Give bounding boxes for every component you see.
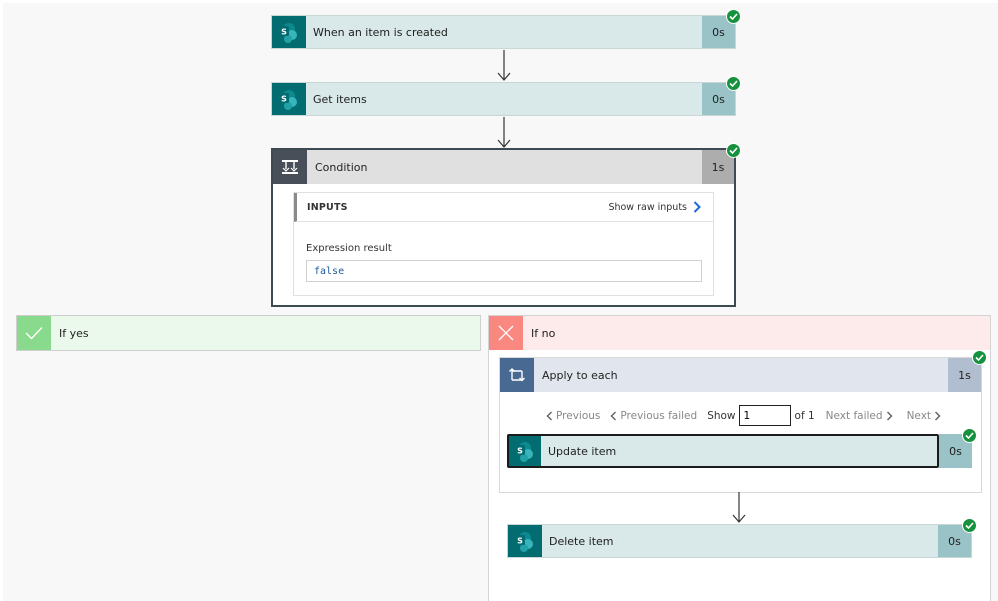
trigger-card-when-item-created[interactable]: When an item is created 0s: [271, 15, 736, 49]
next-failed-label: Next failed: [825, 409, 883, 422]
card-title: Update item: [541, 436, 937, 466]
iteration-pager: Previous Previous failed Show of 1 Next …: [546, 405, 951, 426]
previous-label: Previous: [556, 409, 601, 422]
show-label: Show: [707, 409, 736, 422]
card-title: Get items: [306, 83, 702, 115]
condition-icon: [273, 150, 307, 184]
arrow-down-icon: [732, 492, 746, 523]
sharepoint-icon: [508, 525, 542, 557]
chevron-right-icon: [935, 410, 941, 421]
action-card-update-item[interactable]: Update item 0s: [507, 434, 972, 468]
next-button[interactable]: Next: [907, 410, 941, 422]
action-card-delete-item[interactable]: Delete item 0s: [507, 524, 972, 558]
sharepoint-icon: [272, 83, 306, 115]
next-failed-button[interactable]: Next failed: [826, 410, 893, 422]
show-raw-inputs-link[interactable]: Show raw inputs: [608, 201, 701, 213]
success-check-icon: [972, 350, 987, 365]
condition-header[interactable]: Condition 1s: [273, 150, 734, 184]
success-check-icon: [726, 9, 741, 24]
card-title: When an item is created: [306, 16, 702, 48]
inputs-label: INPUTS: [307, 201, 348, 213]
inputs-header: INPUTS Show raw inputs: [294, 193, 713, 222]
inputs-panel: INPUTS Show raw inputs Expression result…: [293, 192, 714, 296]
next-label: Next: [906, 409, 932, 422]
apply-to-each-card[interactable]: Apply to each 1s Previous Previous faile…: [499, 357, 982, 493]
if-yes-branch[interactable]: If yes: [16, 315, 481, 351]
condition-card[interactable]: Condition 1s INPUTS Show raw inputs Expr…: [271, 148, 736, 307]
close-icon: [489, 316, 523, 350]
success-check-icon: [726, 143, 741, 158]
show-raw-inputs-label: Show raw inputs: [608, 201, 687, 213]
action-card-get-items[interactable]: Get items 0s: [271, 82, 736, 116]
success-check-icon: [726, 76, 741, 91]
success-check-icon: [962, 518, 977, 533]
success-check-icon: [962, 428, 977, 443]
loop-icon: [500, 358, 534, 392]
chevron-right-icon: [693, 201, 701, 213]
card-title: Apply to each: [534, 358, 948, 392]
branch-label: If no: [523, 316, 990, 350]
previous-failed-button[interactable]: Previous failed: [610, 410, 697, 422]
branch-label: If yes: [51, 316, 480, 350]
arrow-down-icon: [497, 50, 511, 81]
if-no-branch[interactable]: If no: [489, 316, 990, 350]
sharepoint-icon: [272, 16, 306, 48]
iteration-number-input[interactable]: [738, 405, 791, 426]
expression-result-label: Expression result: [306, 243, 392, 254]
apply-to-each-header[interactable]: Apply to each 1s: [500, 358, 981, 392]
card-title: Delete item: [542, 525, 938, 557]
chevron-right-icon: [886, 410, 893, 421]
chevron-left-icon: [546, 410, 553, 421]
sharepoint-icon: [509, 436, 541, 466]
previous-button[interactable]: Previous: [546, 410, 600, 422]
chevron-left-icon: [610, 410, 617, 421]
expression-result-value: false: [306, 260, 702, 282]
checkmark-icon: [17, 316, 51, 350]
card-title: Condition: [307, 150, 702, 184]
iteration-total-label: of 1: [794, 409, 815, 422]
arrow-down-icon: [497, 117, 511, 148]
previous-failed-label: Previous failed: [620, 409, 698, 422]
